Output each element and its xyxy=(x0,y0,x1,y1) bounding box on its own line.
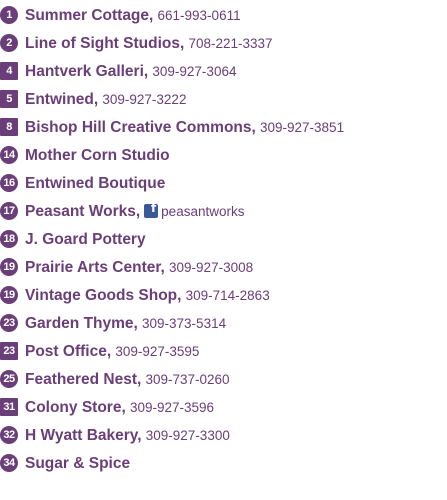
business-name: Vintage Goods Shop xyxy=(25,287,178,304)
map-marker: 34 xyxy=(0,454,18,472)
separator: , xyxy=(149,7,154,24)
directory-entry: 19 Vintage Goods Shop, 309-714-2863 xyxy=(0,284,447,308)
business-phone: 309-373-5314 xyxy=(142,316,227,331)
directory-entry: 5 Entwined, 309-927-3222 xyxy=(0,88,447,112)
business-name: Mother Corn Studio xyxy=(25,147,170,164)
business-phone: 708-221-3337 xyxy=(188,36,273,51)
directory-entry: 16 Entwined Boutique xyxy=(0,172,447,196)
separator: , xyxy=(93,91,99,108)
directory-entry: 17 Peasant Works, peasantworks xyxy=(0,200,447,224)
map-marker: 19 xyxy=(0,258,18,276)
business-name: Summer Cottage xyxy=(25,7,150,24)
business-name: Colony Store xyxy=(25,399,122,416)
business-phone: 309-927-3222 xyxy=(102,92,187,107)
business-name: Hantverk Galleri xyxy=(25,63,144,80)
map-marker: 4 xyxy=(0,62,18,80)
directory-entry: 34 Sugar & Spice xyxy=(0,452,447,476)
separator: , xyxy=(160,259,165,276)
directory-entry: 19 Prairie Arts Center, 309-927-3008 xyxy=(0,256,447,280)
business-name: Bishop Hill Creative Commons xyxy=(25,119,252,136)
map-marker: 2 xyxy=(0,34,18,52)
business-phone: 661-993-0611 xyxy=(157,8,241,23)
directory-entry: 23 Post Office, 309-927-3595 xyxy=(0,340,447,364)
business-name: Sugar & Spice xyxy=(25,455,131,472)
separator: , xyxy=(137,427,142,444)
map-marker: 31 xyxy=(0,398,18,416)
business-phone: 309-927-3851 xyxy=(260,120,345,135)
map-marker: 18 xyxy=(0,230,18,248)
directory-entry: 1 Summer Cottage, 661-993-0611 xyxy=(0,4,447,28)
separator: , xyxy=(143,63,149,80)
business-name: H Wyatt Bakery xyxy=(25,427,138,444)
business-phone: 309-927-3064 xyxy=(152,64,237,79)
business-name: Prairie Arts Center xyxy=(25,259,161,276)
map-marker: 16 xyxy=(0,174,18,192)
map-marker: 25 xyxy=(0,370,18,388)
directory-entry: 23 Garden Thyme, 309-373-5314 xyxy=(0,312,447,336)
directory-entry: 14 Mother Corn Studio xyxy=(0,144,447,168)
business-phone: 309-927-3300 xyxy=(145,428,230,443)
directory-entry: 31 Colony Store, 309-927-3596 xyxy=(0,396,447,420)
directory-entry: 8 Bishop Hill Creative Commons, 309-927-… xyxy=(0,116,447,140)
business-name: Garden Thyme xyxy=(25,315,134,332)
map-marker: 23 xyxy=(0,314,18,332)
map-marker: 5 xyxy=(0,90,18,108)
directory-entry: 32 H Wyatt Bakery, 309-927-3300 xyxy=(0,424,447,448)
directory-entry: 25 Feathered Nest, 309-737-0260 xyxy=(0,368,447,392)
business-phone: 309-737-0260 xyxy=(145,372,230,387)
separator: , xyxy=(251,119,256,136)
directory-entry: 4 Hantverk Galleri, 309-927-3064 xyxy=(0,60,447,84)
business-phone: 309-927-3008 xyxy=(169,260,254,275)
business-phone: 309-927-3596 xyxy=(129,400,215,415)
map-marker: 14 xyxy=(0,146,18,164)
map-marker: 1 xyxy=(0,6,18,24)
separator: , xyxy=(180,35,185,52)
map-marker: 23 xyxy=(0,342,18,360)
business-name: Feathered Nest xyxy=(25,371,137,388)
map-marker: 19 xyxy=(0,286,18,304)
directory-entry: 18 J. Goard Pottery xyxy=(0,228,447,252)
business-phone: 309-927-3595 xyxy=(115,344,200,359)
separator: , xyxy=(135,203,141,220)
separator: , xyxy=(136,371,142,388)
separator: , xyxy=(106,343,112,360)
business-name: Peasant Works xyxy=(25,203,136,220)
business-name: Post Office xyxy=(25,343,107,360)
business-name: Entwined Boutique xyxy=(25,175,166,192)
map-marker: 17 xyxy=(0,202,18,220)
separator: , xyxy=(177,287,182,304)
separator: , xyxy=(133,315,138,332)
separator: , xyxy=(121,399,126,416)
directory-entry: 2 Line of Sight Studios, 708-221-3337 xyxy=(0,32,447,56)
facebook-handle[interactable]: peasantworks xyxy=(161,204,244,219)
map-marker: 8 xyxy=(0,118,18,136)
business-phone: 309-714-2863 xyxy=(185,288,270,303)
map-marker: 32 xyxy=(0,426,18,444)
facebook-icon[interactable] xyxy=(144,200,159,220)
business-name: Entwined xyxy=(25,91,94,108)
business-name: Line of Sight Studios xyxy=(25,35,180,52)
business-name: J. Goard Pottery xyxy=(25,231,146,248)
